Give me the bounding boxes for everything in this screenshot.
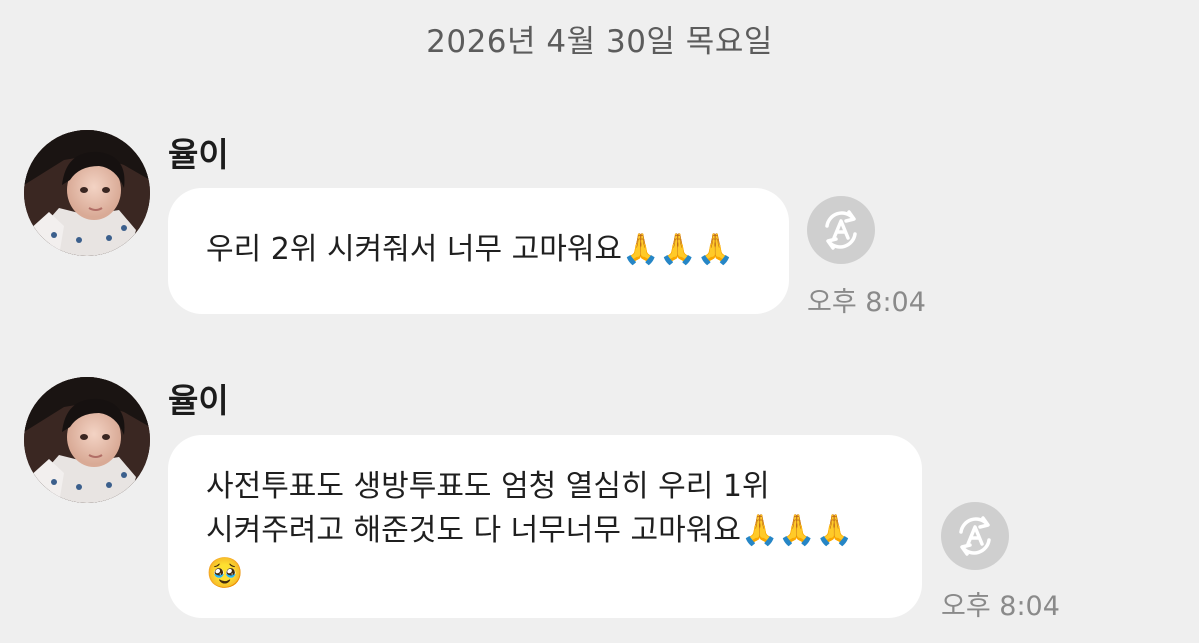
message-bubble[interactable]: 사전투표도 생방투표도 엄청 열심히 우리 1위 시켜주려고 해준것도 다 너무…	[168, 435, 922, 618]
message-text-line: 🥹	[206, 556, 244, 591]
sender-avatar[interactable]	[24, 377, 150, 503]
message-text-line: 시켜주려고 해준것도 다 너무너무 고마워요🙏🙏🙏	[206, 512, 854, 548]
translate-button[interactable]	[941, 502, 1009, 570]
message-time: 오후 8:04	[941, 591, 1060, 622]
sender-name: 율이	[168, 381, 229, 420]
translate-a-icon	[959, 516, 991, 556]
profile-photo	[24, 377, 150, 503]
message-item: 율이 사전투표도 생방투표도 엄청 열심히 우리 1위 시켜주려고 해준것도 다…	[0, 0, 1199, 643]
message-text-line: 사전투표도 생방투표도 엄청 열심히 우리 1위	[206, 469, 770, 504]
